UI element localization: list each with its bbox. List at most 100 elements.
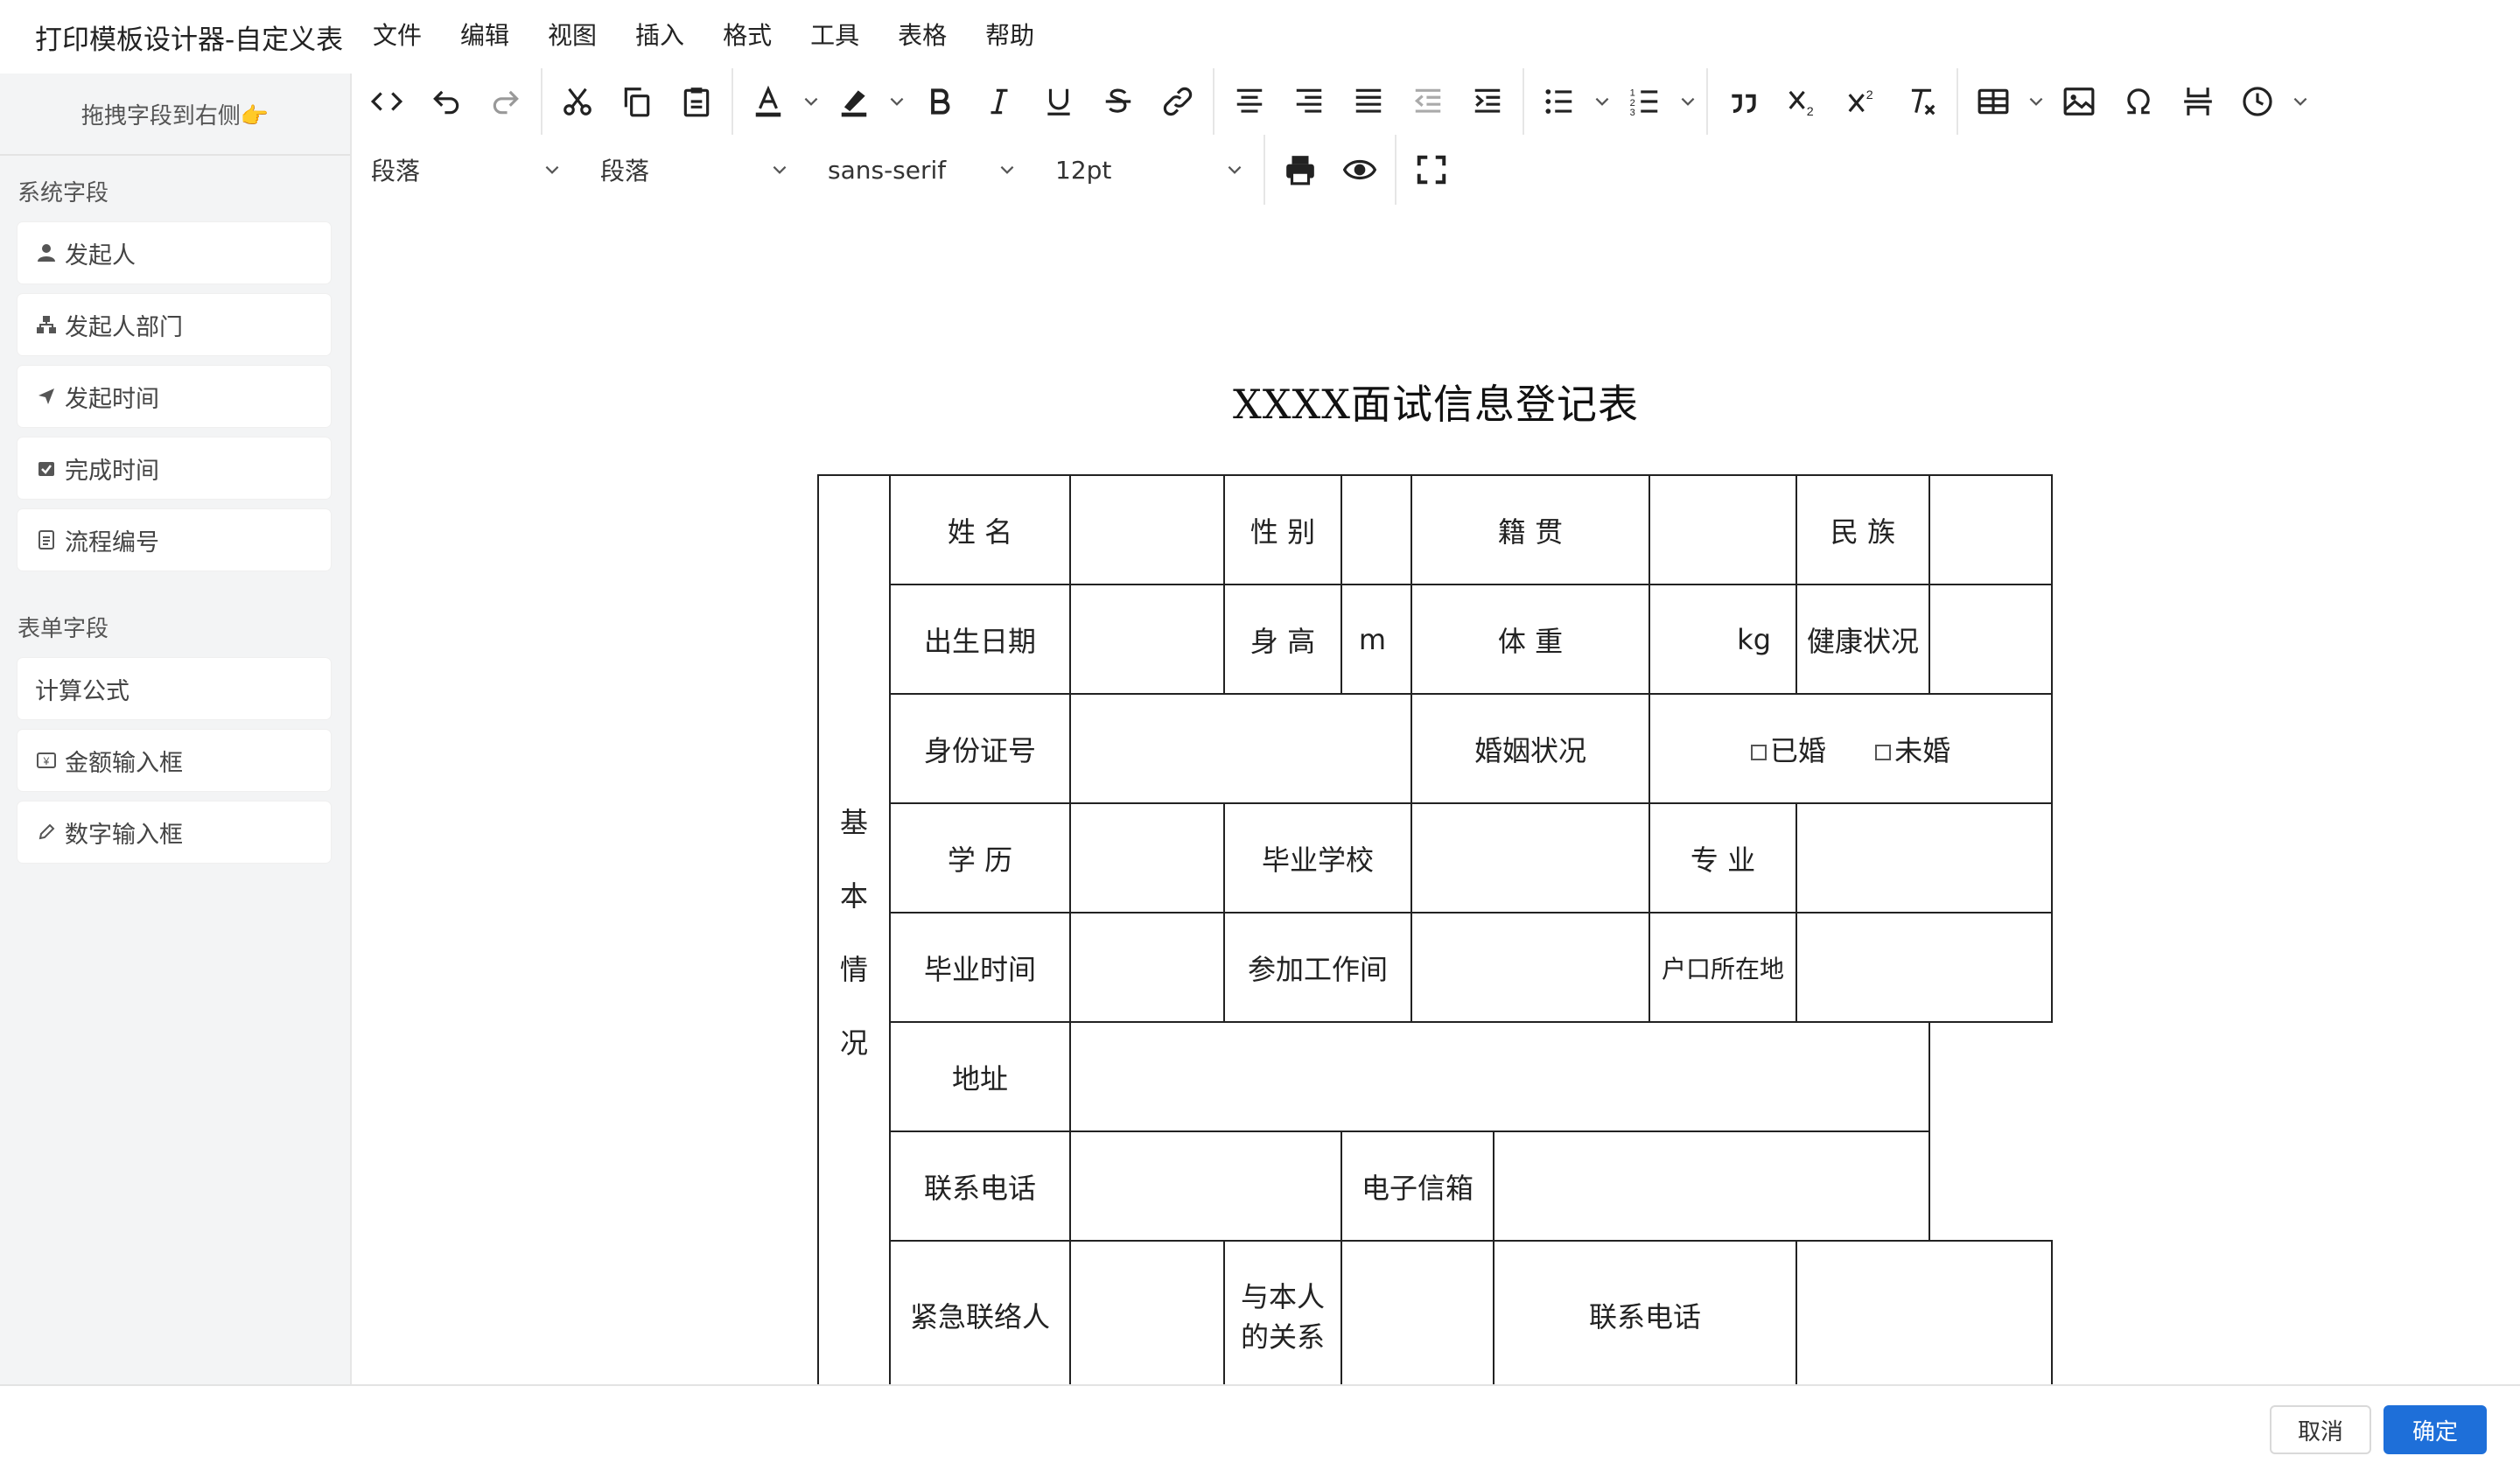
table-row: 出生日期 身 高 m 体 重 kg 健康状况 bbox=[818, 584, 2053, 695]
menu-format[interactable]: 格式 bbox=[723, 17, 772, 52]
dialog-footer: 取消 确定 bbox=[0, 1384, 2520, 1470]
value-cell[interactable] bbox=[1796, 1240, 2053, 1384]
highlight-button[interactable] bbox=[824, 75, 884, 128]
align-right-button[interactable] bbox=[1279, 75, 1339, 128]
menu-table[interactable]: 表格 bbox=[898, 17, 947, 52]
paste-button[interactable] bbox=[667, 75, 726, 128]
align-center-icon bbox=[1236, 88, 1263, 113]
interview-form-table[interactable]: 基 本 情 况 姓 名 性 别 籍 贯 民 族 出生日期 身 高 m 体 重 k… bbox=[817, 474, 2053, 1384]
value-cell[interactable] bbox=[1928, 474, 2053, 585]
justify-button[interactable] bbox=[1339, 75, 1398, 128]
table-row: 联系电话 电子信箱 bbox=[818, 1130, 2052, 1242]
value-cell[interactable] bbox=[1069, 474, 1225, 585]
indent-button[interactable] bbox=[1458, 75, 1517, 128]
value-cell[interactable] bbox=[1796, 912, 2053, 1023]
bold-icon bbox=[931, 88, 950, 115]
married-checkbox[interactable] bbox=[1750, 744, 1767, 760]
blockquote-button[interactable] bbox=[1713, 75, 1773, 128]
highlight-dropdown[interactable] bbox=[884, 75, 910, 128]
special-char-button[interactable] bbox=[2109, 75, 2168, 128]
value-cell[interactable] bbox=[1340, 1240, 1494, 1384]
preview-button[interactable] bbox=[1330, 144, 1390, 196]
table-row: 毕业时间 参加工作间 户口所在地 bbox=[818, 912, 2053, 1023]
menu-insert[interactable]: 插入 bbox=[635, 17, 684, 52]
value-cell[interactable] bbox=[1069, 1021, 1930, 1132]
font-family-select[interactable]: sans-serif bbox=[808, 144, 1036, 196]
value-cell[interactable] bbox=[1069, 1240, 1225, 1384]
field-amount-input[interactable]: ¥ 金额输入框 bbox=[18, 730, 331, 791]
datetime-button[interactable] bbox=[2228, 75, 2287, 128]
undo-button[interactable] bbox=[416, 75, 476, 128]
value-cell[interactable] bbox=[1493, 1130, 1930, 1242]
strikethrough-button[interactable] bbox=[1088, 75, 1148, 128]
page-break-button[interactable] bbox=[2168, 75, 2228, 128]
field-number-input[interactable]: 数字输入框 bbox=[18, 802, 331, 863]
value-cell[interactable] bbox=[1069, 584, 1225, 695]
field-initiator-dept[interactable]: 发起人部门 bbox=[18, 294, 331, 355]
fullscreen-button[interactable] bbox=[1402, 144, 1461, 196]
subscript-button[interactable]: 2 bbox=[1773, 75, 1832, 128]
table-button[interactable] bbox=[1964, 75, 2023, 128]
value-cell[interactable] bbox=[1069, 912, 1225, 1023]
copy-button[interactable] bbox=[607, 75, 667, 128]
cancel-button[interactable]: 取消 bbox=[2270, 1405, 2371, 1454]
value-cell[interactable] bbox=[1069, 693, 1412, 804]
fullscreen-icon bbox=[1417, 155, 1446, 185]
print-button[interactable] bbox=[1270, 144, 1330, 196]
value-cell[interactable] bbox=[1410, 802, 1650, 914]
value-cell[interactable] bbox=[1796, 802, 2053, 914]
field-start-time[interactable]: 发起时间 bbox=[18, 366, 331, 427]
clear-format-button[interactable] bbox=[1892, 75, 1951, 128]
menu-tools[interactable]: 工具 bbox=[810, 17, 859, 52]
unmarried-checkbox[interactable] bbox=[1875, 744, 1892, 760]
redo-button[interactable] bbox=[476, 75, 536, 128]
field-finish-time[interactable]: 完成时间 bbox=[18, 438, 331, 499]
label-health: 健康状况 bbox=[1796, 584, 1930, 695]
align-center-button[interactable] bbox=[1220, 75, 1279, 128]
outdent-button[interactable] bbox=[1398, 75, 1458, 128]
value-cell[interactable] bbox=[1928, 584, 2053, 695]
value-cell[interactable] bbox=[1648, 474, 1797, 585]
datetime-dropdown[interactable] bbox=[2287, 75, 2314, 128]
menu-edit[interactable]: 编辑 bbox=[460, 17, 509, 52]
menu-view[interactable]: 视图 bbox=[548, 17, 597, 52]
chevron-down-icon bbox=[1681, 97, 1695, 106]
value-cell[interactable] bbox=[1069, 1130, 1342, 1242]
menu-help[interactable]: 帮助 bbox=[985, 17, 1034, 52]
underline-button[interactable] bbox=[1029, 75, 1088, 128]
editor-header-strip bbox=[352, 205, 2520, 287]
block-format-select[interactable]: 段落 bbox=[352, 144, 581, 196]
value-cell[interactable] bbox=[1069, 802, 1225, 914]
superscript-button[interactable]: 2 bbox=[1832, 75, 1892, 128]
field-label: 流程编号 bbox=[65, 528, 159, 556]
bullet-list-button[interactable] bbox=[1530, 75, 1589, 128]
field-process-number[interactable]: 流程编号 bbox=[18, 509, 331, 570]
menu-file[interactable]: 文件 bbox=[373, 17, 422, 52]
confirm-button[interactable]: 确定 bbox=[2384, 1405, 2487, 1454]
omega-icon bbox=[2127, 88, 2150, 115]
toolbar-group-align bbox=[1214, 68, 1524, 135]
editor-canvas[interactable]: XXXX面试信息登记表 基 本 情 况 姓 名 性 别 籍 贯 民 族 出生日期 bbox=[352, 285, 2520, 1384]
source-code-button[interactable] bbox=[357, 75, 416, 128]
numbered-list-button[interactable]: 123 bbox=[1615, 75, 1675, 128]
paragraph-select[interactable]: 段落 bbox=[581, 144, 808, 196]
redo-icon bbox=[493, 90, 519, 115]
field-formula[interactable]: 计算公式 bbox=[18, 658, 331, 719]
subscript-icon: 2 bbox=[1788, 90, 1814, 118]
image-button[interactable] bbox=[2049, 75, 2109, 128]
bold-button[interactable] bbox=[910, 75, 970, 128]
italic-button[interactable] bbox=[970, 75, 1029, 128]
text-color-button[interactable] bbox=[738, 75, 798, 128]
table-row: 紧急联络人 与本人的关系 联系电话 bbox=[818, 1240, 2053, 1384]
text-color-dropdown[interactable] bbox=[798, 75, 824, 128]
value-cell[interactable] bbox=[1410, 912, 1650, 1023]
numbered-list-dropdown[interactable] bbox=[1675, 75, 1701, 128]
table-dropdown[interactable] bbox=[2023, 75, 2049, 128]
font-size-select[interactable]: 12pt bbox=[1036, 144, 1264, 196]
field-label: 计算公式 bbox=[35, 677, 130, 705]
link-button[interactable] bbox=[1148, 75, 1208, 128]
bullet-list-dropdown[interactable] bbox=[1589, 75, 1615, 128]
value-cell[interactable] bbox=[1340, 474, 1412, 585]
field-initiator[interactable]: 发起人 bbox=[18, 222, 331, 284]
cut-button[interactable] bbox=[548, 75, 607, 128]
